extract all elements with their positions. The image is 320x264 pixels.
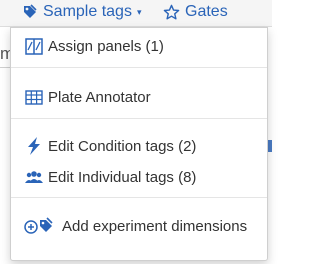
menu-item-edit-individual-tags[interactable]: Edit Individual tags (8) xyxy=(12,164,266,190)
menu-item-label: Plate Annotator xyxy=(48,88,151,106)
background-marker xyxy=(268,140,272,152)
lightning-icon xyxy=(24,136,44,156)
menu-item-plate-annotator[interactable]: Plate Annotator xyxy=(12,84,266,110)
gates-menu[interactable]: Gates xyxy=(163,2,228,22)
people-icon xyxy=(24,167,44,187)
menu-divider xyxy=(11,118,267,119)
menu-divider xyxy=(11,67,267,68)
menu-item-label: Edit Individual tags (8) xyxy=(48,168,197,186)
gates-label: Gates xyxy=(185,3,228,20)
star-icon xyxy=(163,4,180,20)
panels-icon xyxy=(24,36,44,56)
menu-item-label: Add experiment dimensions xyxy=(62,217,248,235)
menu-item-add-experiment-dimensions[interactable]: Add experiment dimensions xyxy=(12,213,266,239)
menu-item-label: Edit Condition tags (2) xyxy=(48,137,197,155)
add-tag-icon xyxy=(24,216,58,236)
tag-icon xyxy=(24,4,37,18)
chevron-down-icon: ▾ xyxy=(136,6,142,17)
sample-tags-label: Sample tags xyxy=(43,3,132,20)
menu-item-edit-condition-tags[interactable]: Edit Condition tags (2) xyxy=(12,133,266,159)
sample-tags-menu: Assign panels (1) Plate Annotator Edit C… xyxy=(10,27,268,261)
menu-divider xyxy=(11,197,267,198)
menu-item-label: Assign panels (1) xyxy=(48,37,164,55)
sample-tags-dropdown[interactable]: Sample tags ▾ xyxy=(22,2,141,22)
table-grid-icon xyxy=(24,87,44,107)
menu-item-assign-panels[interactable]: Assign panels (1) xyxy=(12,33,266,59)
top-toolbar: Sample tags ▾ Gates xyxy=(0,0,272,27)
